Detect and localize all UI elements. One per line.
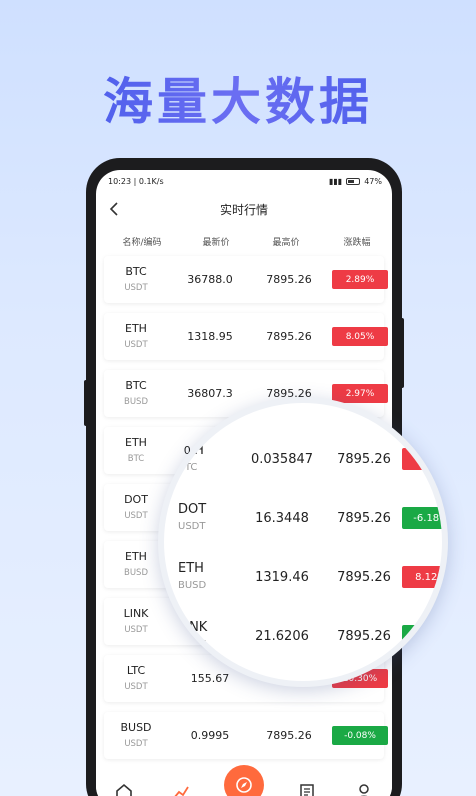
high-price: 7895.26 xyxy=(266,729,312,742)
battery-level: 47% xyxy=(364,176,382,186)
status-time: 10:23 | 0.1K/s xyxy=(108,176,164,186)
symbol-quote: USDT xyxy=(178,521,206,532)
high-price: 7895.26 xyxy=(337,628,391,644)
tab-bar xyxy=(96,765,392,796)
home-icon[interactable] xyxy=(111,779,137,796)
change-badge: 8.12% xyxy=(402,566,442,588)
table-row[interactable]: BUSD USDT 0.9995 7895.26 -0.08% xyxy=(104,712,388,759)
symbol-code: LTC xyxy=(126,663,146,677)
table-row[interactable]: DOT USDT 16.3448 7895.26 -6.18% xyxy=(164,492,442,544)
news-icon[interactable] xyxy=(294,779,320,796)
symbol-quote: USDT xyxy=(124,624,148,635)
change-badge: -0.08% xyxy=(332,726,388,745)
latest-price: 0.035847 xyxy=(250,451,314,467)
compass-icon[interactable] xyxy=(223,765,264,796)
column-header: 最高价 xyxy=(272,237,300,248)
symbol-cell: ETH BTC xyxy=(104,434,168,468)
symbol-cell: ETH BTC xyxy=(164,442,236,476)
nav-bar: 实时行情 xyxy=(96,192,392,226)
change-badge: 2.89% xyxy=(332,270,388,289)
volume-button xyxy=(84,380,88,426)
high-price: 7895.26 xyxy=(337,451,391,467)
page-title: 实时行情 xyxy=(219,202,268,217)
latest-price: 155.67 xyxy=(190,672,230,685)
latest-price: 1319.46 xyxy=(255,569,309,585)
symbol-cell: DOT USDT xyxy=(104,491,168,525)
symbol-quote: USDT xyxy=(124,681,148,692)
symbol-code: BTC xyxy=(125,264,147,278)
latest-price: 36807.3 xyxy=(187,387,233,400)
profile-icon[interactable] xyxy=(351,779,377,796)
headline: 海量大数据 xyxy=(0,62,476,134)
symbol-quote: USDT xyxy=(178,639,206,650)
symbol-code: DOT xyxy=(178,502,207,517)
table-header: 名称/编码 最新价 最高价 涨跌幅 xyxy=(96,226,392,256)
symbol-cell: BTC USDT xyxy=(104,263,168,297)
symbol-quote: BUSD xyxy=(178,580,207,591)
back-icon[interactable] xyxy=(106,200,122,218)
symbol-cell: DOT USDT xyxy=(164,501,236,535)
symbol-cell: LTC USDT xyxy=(104,662,168,696)
table-row[interactable]: ETH BUSD 1319.46 7895.26 8.12% xyxy=(164,551,442,603)
latest-price: 1318.95 xyxy=(187,330,233,343)
symbol-quote: BTC xyxy=(178,462,198,473)
table-row[interactable]: BTC USDT 36788.0 7895.26 2.89% xyxy=(104,256,388,303)
change-badge: -5.1% xyxy=(402,625,442,647)
column-header: 名称/编码 xyxy=(122,237,162,248)
symbol-code: ETH xyxy=(125,321,147,335)
symbol-cell: LINK USDT xyxy=(104,605,168,639)
column-header: 最新价 xyxy=(202,237,230,248)
chart-icon[interactable] xyxy=(168,779,194,796)
latest-price: 0.9995 xyxy=(190,729,230,742)
symbol-cell: LINK USDT xyxy=(164,619,236,653)
symbol-quote: USDT xyxy=(124,339,148,350)
symbol-code: LINK xyxy=(123,606,149,620)
symbol-cell: BTC BUSD xyxy=(104,377,168,411)
power-button xyxy=(400,318,404,388)
symbol-code: BTC xyxy=(125,378,147,392)
latest-price: 16.3448 xyxy=(255,510,309,526)
symbol-quote: BUSD xyxy=(124,396,148,407)
symbol-quote: USDT xyxy=(124,282,148,293)
table-row[interactable]: ETH USDT 1318.95 7895.26 8.05% xyxy=(104,313,388,360)
change-badge: 4.9% xyxy=(402,448,442,470)
symbol-code: LINK xyxy=(178,620,208,635)
table-row[interactable]: ETH BTC 0.035847 7895.26 4.9% xyxy=(164,433,442,485)
symbol-code: ETH xyxy=(125,435,147,449)
magnifier-lens: ETH BTC 0.035847 7895.26 4.9% DOT USDT 1… xyxy=(158,397,448,687)
symbol-code: BUSD xyxy=(120,720,152,734)
symbol-quote: BTC xyxy=(127,453,145,464)
latest-price: 36788.0 xyxy=(187,273,233,286)
symbol-cell: ETH USDT xyxy=(104,320,168,354)
battery-icon xyxy=(346,177,361,185)
column-header: 涨跌幅 xyxy=(343,237,371,248)
symbol-code: DOT xyxy=(124,492,148,506)
high-price: 7895.26 xyxy=(337,569,391,585)
high-price: 7895.26 xyxy=(266,273,312,286)
signal-icon: ▮▮▮ xyxy=(329,176,343,186)
symbol-quote: BUSD xyxy=(124,567,148,578)
latest-price: 21.6206 xyxy=(255,628,309,644)
change-badge: 2.97% xyxy=(332,384,388,403)
symbol-cell: BUSD USDT xyxy=(104,719,168,753)
symbol-code: ETH xyxy=(178,443,204,458)
symbol-quote: USDT xyxy=(124,738,148,749)
change-badge: 8.05% xyxy=(332,327,388,346)
high-price: 7895.26 xyxy=(266,330,312,343)
change-badge: -6.18% xyxy=(402,507,442,529)
table-row[interactable]: LINK USDT 21.6206 7895.26 -5.1% xyxy=(164,610,442,662)
symbol-code: ETH xyxy=(178,561,204,576)
high-price: 7895.26 xyxy=(337,510,391,526)
symbol-cell: ETH BUSD xyxy=(164,560,236,594)
status-bar: 10:23 | 0.1K/s ▮▮▮ 47% xyxy=(96,170,392,192)
